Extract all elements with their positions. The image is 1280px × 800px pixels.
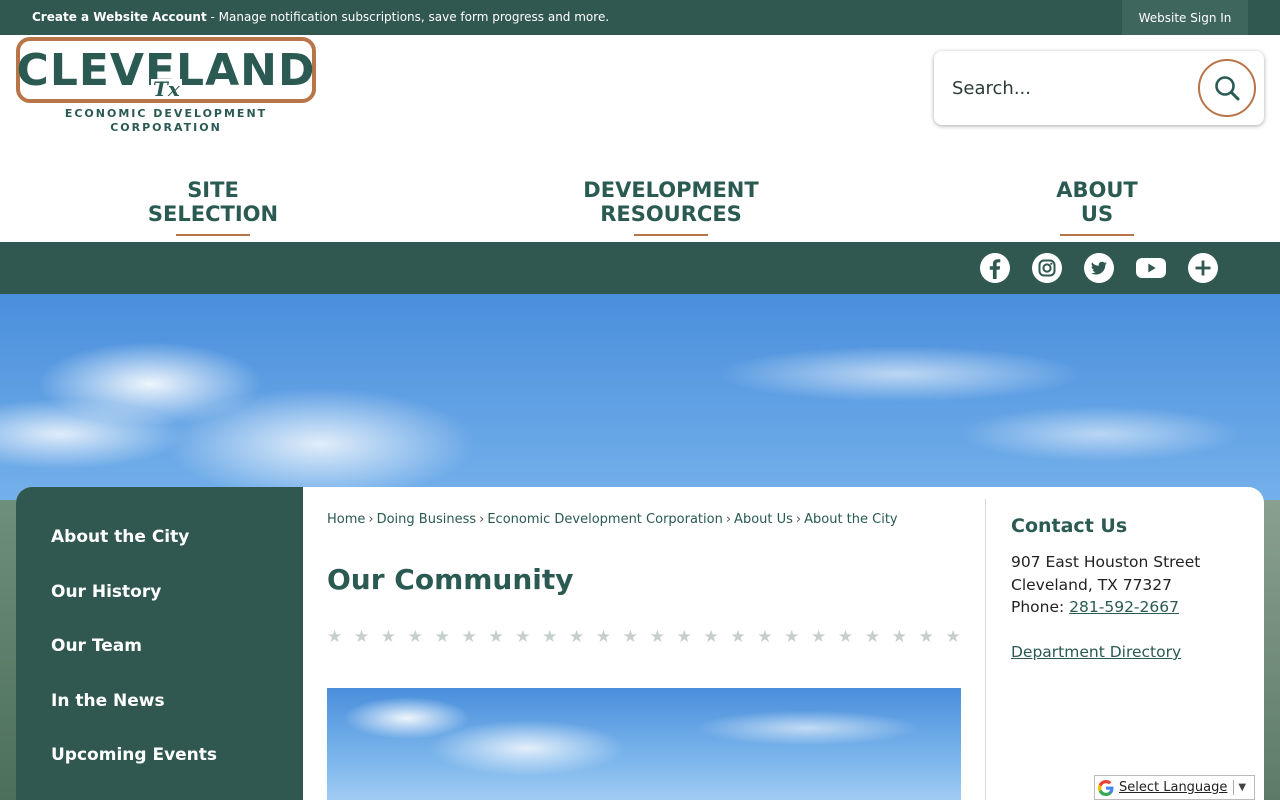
star-icon: ★: [488, 627, 504, 647]
top-bar: Create a Website Account - Manage notifi…: [0, 0, 1280, 35]
search-box: [934, 51, 1264, 125]
sidebar-item-our-team[interactable]: Our Team: [51, 636, 142, 656]
star-icon: ★: [703, 627, 719, 647]
content-panel: About the City Our History Our Team In t…: [16, 487, 1264, 800]
nav-site-selection[interactable]: SITE SELECTION: [127, 178, 299, 236]
create-account-link[interactable]: Create a Website Account: [32, 10, 207, 24]
hero-aerial-edge: [0, 500, 16, 800]
star-icon: ★: [622, 627, 639, 647]
star-icon: ★: [542, 627, 558, 647]
logo-subtitle-line2: CORPORATION: [110, 121, 222, 134]
breadcrumb-separator: ›: [795, 512, 802, 527]
contact-address-line1: 907 East Houston Street: [1011, 553, 1201, 571]
twitter-icon[interactable]: [1083, 252, 1115, 284]
star-icon: ★: [757, 627, 773, 647]
nav-label: ABOUT US: [1056, 178, 1138, 226]
star-icon: ★: [327, 627, 343, 647]
breadcrumb-link[interactable]: Economic Development Corporation: [487, 512, 723, 527]
star-icon: ★: [811, 627, 827, 647]
logo-state: Tx: [151, 77, 182, 101]
breadcrumb-current: About the City: [804, 512, 898, 527]
search-icon: [1215, 76, 1240, 101]
search-input[interactable]: [952, 73, 1192, 103]
side-navigation: About the City Our History Our Team In t…: [16, 487, 303, 800]
column-divider: [985, 499, 986, 800]
breadcrumb-link[interactable]: About Us: [734, 512, 793, 527]
star-icon: ★: [353, 627, 370, 647]
hero-aerial-edge: [1264, 500, 1280, 800]
department-directory-link[interactable]: Department Directory: [1011, 643, 1181, 661]
breadcrumb-link[interactable]: Doing Business: [377, 512, 477, 527]
star-icon: ★: [434, 627, 450, 647]
page-title: Our Community: [327, 563, 574, 596]
language-selector[interactable]: Select Language ▼: [1094, 775, 1255, 800]
breadcrumb-separator: ›: [725, 512, 732, 527]
account-message: Create a Website Account - Manage notifi…: [32, 10, 609, 24]
breadcrumb-separator: ›: [368, 512, 374, 527]
contact-phone-label: Phone:: [1011, 598, 1070, 616]
star-icon: ★: [676, 627, 692, 647]
nav-label: DEVELOPMENT RESOURCES: [583, 178, 759, 226]
star-icon: ★: [595, 627, 612, 647]
sidebar-item-upcoming-events[interactable]: Upcoming Events: [51, 745, 217, 765]
star-icon: ★: [649, 627, 665, 647]
breadcrumb: Home › Doing Business › Economic Development…: [327, 512, 898, 527]
sidebar-item-our-history[interactable]: Our History: [51, 582, 161, 602]
plus-icon[interactable]: [1187, 252, 1219, 284]
star-icon: ★: [945, 627, 961, 647]
contact-title: Contact Us: [1011, 515, 1128, 537]
sidebar-item-in-the-news[interactable]: In the News: [51, 691, 165, 711]
star-icon: ★: [918, 627, 934, 647]
star-icon: ★: [380, 627, 397, 647]
account-message-text: - Manage notification subscriptions, sav…: [206, 10, 610, 24]
language-selector-label: Select Language: [1119, 780, 1228, 795]
search-button[interactable]: [1198, 59, 1256, 117]
star-icon: ★: [864, 627, 881, 647]
youtube-icon[interactable]: [1135, 252, 1167, 284]
breadcrumb-separator: ›: [479, 512, 485, 527]
site-logo[interactable]: CLEVELAND Tx ECONOMIC DEVELOPMENT CORPOR…: [16, 35, 316, 140]
sidebar-item-about-the-city[interactable]: About the City: [51, 527, 189, 547]
nav-development-resources[interactable]: DEVELOPMENT RESOURCES: [521, 178, 821, 236]
chevron-down-icon: ▼: [1238, 782, 1247, 793]
nav-label: SITE SELECTION: [147, 178, 279, 226]
star-icon: ★: [461, 627, 477, 647]
logo-subtitle: ECONOMIC DEVELOPMENT CORPORATION: [16, 107, 316, 135]
nav-underline: [1060, 234, 1134, 236]
contact-directory: Department Directory: [1011, 643, 1181, 661]
star-icon: ★: [891, 627, 907, 647]
breadcrumb-link[interactable]: Home: [327, 512, 365, 527]
star-icon: ★: [515, 627, 531, 647]
nav-underline: [176, 234, 250, 236]
social-bar: [0, 242, 1280, 294]
contact-phone: Phone: 281-592-2667: [1011, 598, 1179, 616]
star-divider: ★ ★ ★ ★ ★ ★ ★ ★ ★ ★ ★ ★ ★ ★ ★ ★ ★ ★ ★ ★ ★ ★ ★ ★: [327, 627, 961, 647]
contact-address-line2: Cleveland, TX 77327: [1011, 576, 1173, 594]
instagram-icon[interactable]: [1031, 252, 1063, 284]
facebook-icon[interactable]: [979, 252, 1011, 284]
star-icon: ★: [569, 627, 585, 647]
star-icon: ★: [784, 627, 800, 647]
main-content: Home › Doing Business › Economic Development…: [327, 487, 961, 800]
star-icon: ★: [730, 627, 746, 647]
star-icon: ★: [407, 627, 423, 647]
community-image: [327, 688, 961, 800]
contact-phone-link[interactable]: 281-592-2667: [1069, 598, 1179, 616]
nav-about-us[interactable]: ABOUT US: [1040, 178, 1154, 236]
language-selector-divider: [1233, 780, 1235, 795]
sign-in-button[interactable]: Website Sign In: [1122, 0, 1248, 35]
google-icon: [1095, 779, 1117, 796]
nav-underline: [634, 234, 708, 236]
site-header: CLEVELAND Tx ECONOMIC DEVELOPMENT CORPOR…: [0, 35, 1280, 242]
star-icon: ★: [837, 627, 854, 647]
logo-subtitle-line1: ECONOMIC DEVELOPMENT: [64, 107, 268, 120]
